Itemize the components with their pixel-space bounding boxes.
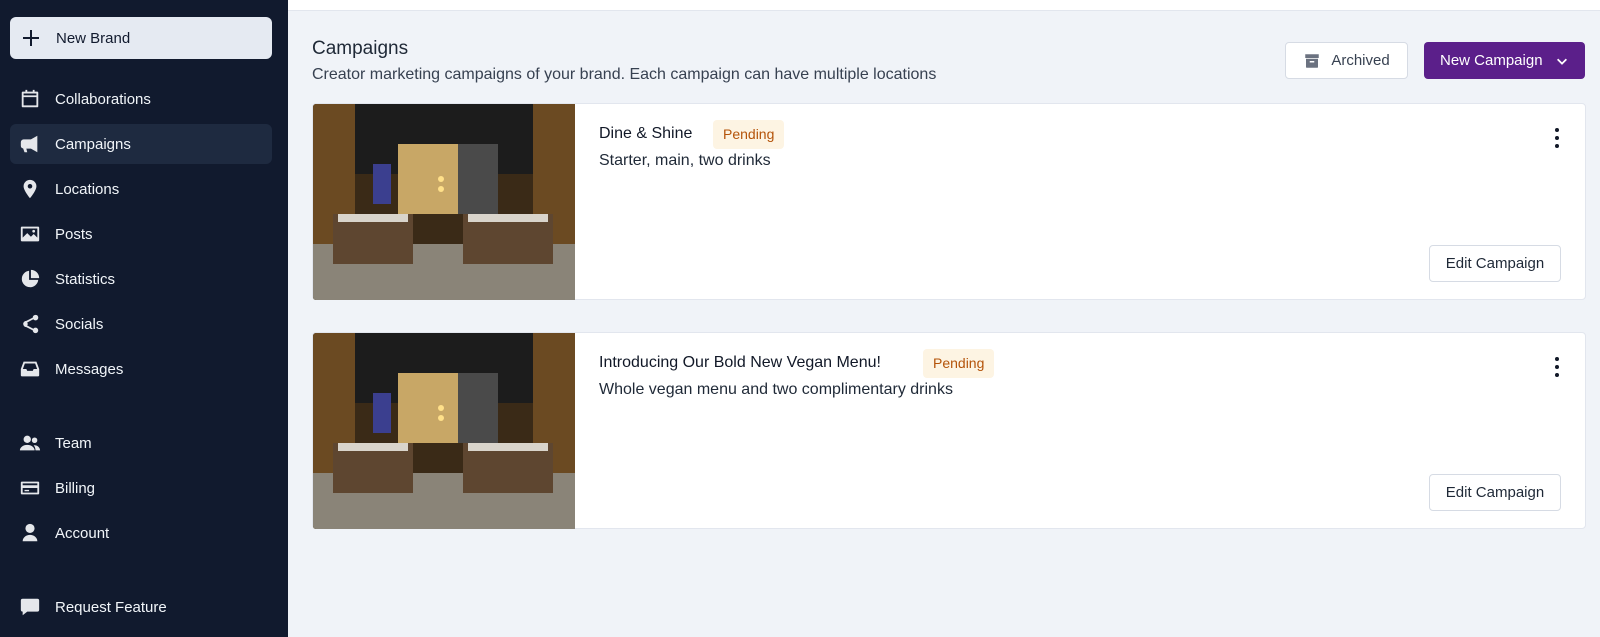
archived-label: Archived — [1331, 52, 1390, 69]
sidebar-item-label: Account — [55, 524, 110, 542]
share-icon — [19, 313, 41, 335]
archive-icon — [1305, 53, 1320, 68]
page-subtitle: Creator marketing campaigns of your bran… — [312, 66, 937, 83]
edit-campaign-button[interactable]: Edit Campaign — [1429, 245, 1561, 282]
campaign-description: Starter, main, two drinks — [599, 152, 771, 169]
edit-campaign-button[interactable]: Edit Campaign — [1429, 474, 1561, 511]
sidebar-item-label: Team — [55, 434, 92, 452]
sidebar: New Brand Collaborations Campaigns Locat… — [0, 0, 288, 637]
chat-bubble-icon — [19, 596, 41, 618]
sidebar-item-label: Posts — [55, 225, 93, 243]
campaign-card: Introducing Our Bold New Vegan Menu! Pen… — [312, 332, 1586, 529]
users-icon — [19, 432, 41, 454]
plus-icon — [22, 29, 40, 47]
new-brand-button[interactable]: New Brand — [10, 17, 272, 59]
map-pin-icon — [19, 178, 41, 200]
image-icon — [19, 223, 41, 245]
calendar-icon — [19, 88, 41, 110]
megaphone-icon — [19, 133, 41, 155]
sidebar-item-posts[interactable]: Posts — [10, 214, 272, 254]
sidebar-item-label: Billing — [55, 479, 96, 497]
new-campaign-button[interactable]: New Campaign — [1424, 42, 1585, 79]
sidebar-item-label: Campaigns — [55, 135, 131, 153]
sidebar-item-account[interactable]: Account — [10, 513, 272, 553]
new-brand-label: New Brand — [56, 29, 131, 47]
campaign-card: Dine & Shine Pending Starter, main, two … — [312, 103, 1586, 300]
restaurant-photo — [313, 333, 575, 529]
more-options-icon[interactable] — [1547, 126, 1567, 150]
sidebar-item-locations[interactable]: Locations — [10, 169, 272, 209]
inbox-icon — [19, 358, 41, 380]
campaign-title: Introducing Our Bold New Vegan Menu! — [599, 354, 881, 371]
sidebar-item-label: Request Feature — [55, 598, 167, 616]
sidebar-item-messages[interactable]: Messages — [10, 349, 272, 389]
campaign-image[interactable] — [313, 104, 575, 300]
sidebar-item-collaborations[interactable]: Collaborations — [10, 79, 272, 119]
pie-chart-icon — [19, 268, 41, 290]
credit-card-icon — [19, 477, 41, 499]
top-bar — [288, 0, 1600, 11]
page-title: Campaigns — [312, 38, 409, 59]
sidebar-item-label: Locations — [55, 180, 120, 198]
archived-button[interactable]: Archived — [1285, 42, 1408, 79]
more-options-icon[interactable] — [1547, 355, 1567, 379]
restaurant-photo — [313, 104, 575, 300]
sidebar-item-campaigns[interactable]: Campaigns — [10, 124, 272, 164]
new-campaign-label: New Campaign — [1440, 52, 1543, 69]
campaign-title: Dine & Shine — [599, 125, 693, 142]
campaign-image[interactable] — [313, 333, 575, 529]
sidebar-item-label: Collaborations — [55, 90, 151, 108]
status-badge: Pending — [713, 120, 785, 149]
chevron-down-icon — [1556, 58, 1567, 65]
sidebar-item-label: Socials — [55, 315, 104, 333]
sidebar-item-billing[interactable]: Billing — [10, 468, 272, 508]
user-icon — [19, 522, 41, 544]
sidebar-item-label: Messages — [55, 360, 124, 378]
sidebar-item-label: Statistics — [55, 270, 116, 288]
sidebar-item-socials[interactable]: Socials — [10, 304, 272, 344]
status-badge: Pending — [923, 349, 995, 378]
campaign-description: Whole vegan menu and two complimentary d… — [599, 381, 953, 398]
sidebar-item-request-feature[interactable]: Request Feature — [10, 587, 272, 627]
sidebar-item-team[interactable]: Team — [10, 423, 272, 463]
sidebar-item-statistics[interactable]: Statistics — [10, 259, 272, 299]
